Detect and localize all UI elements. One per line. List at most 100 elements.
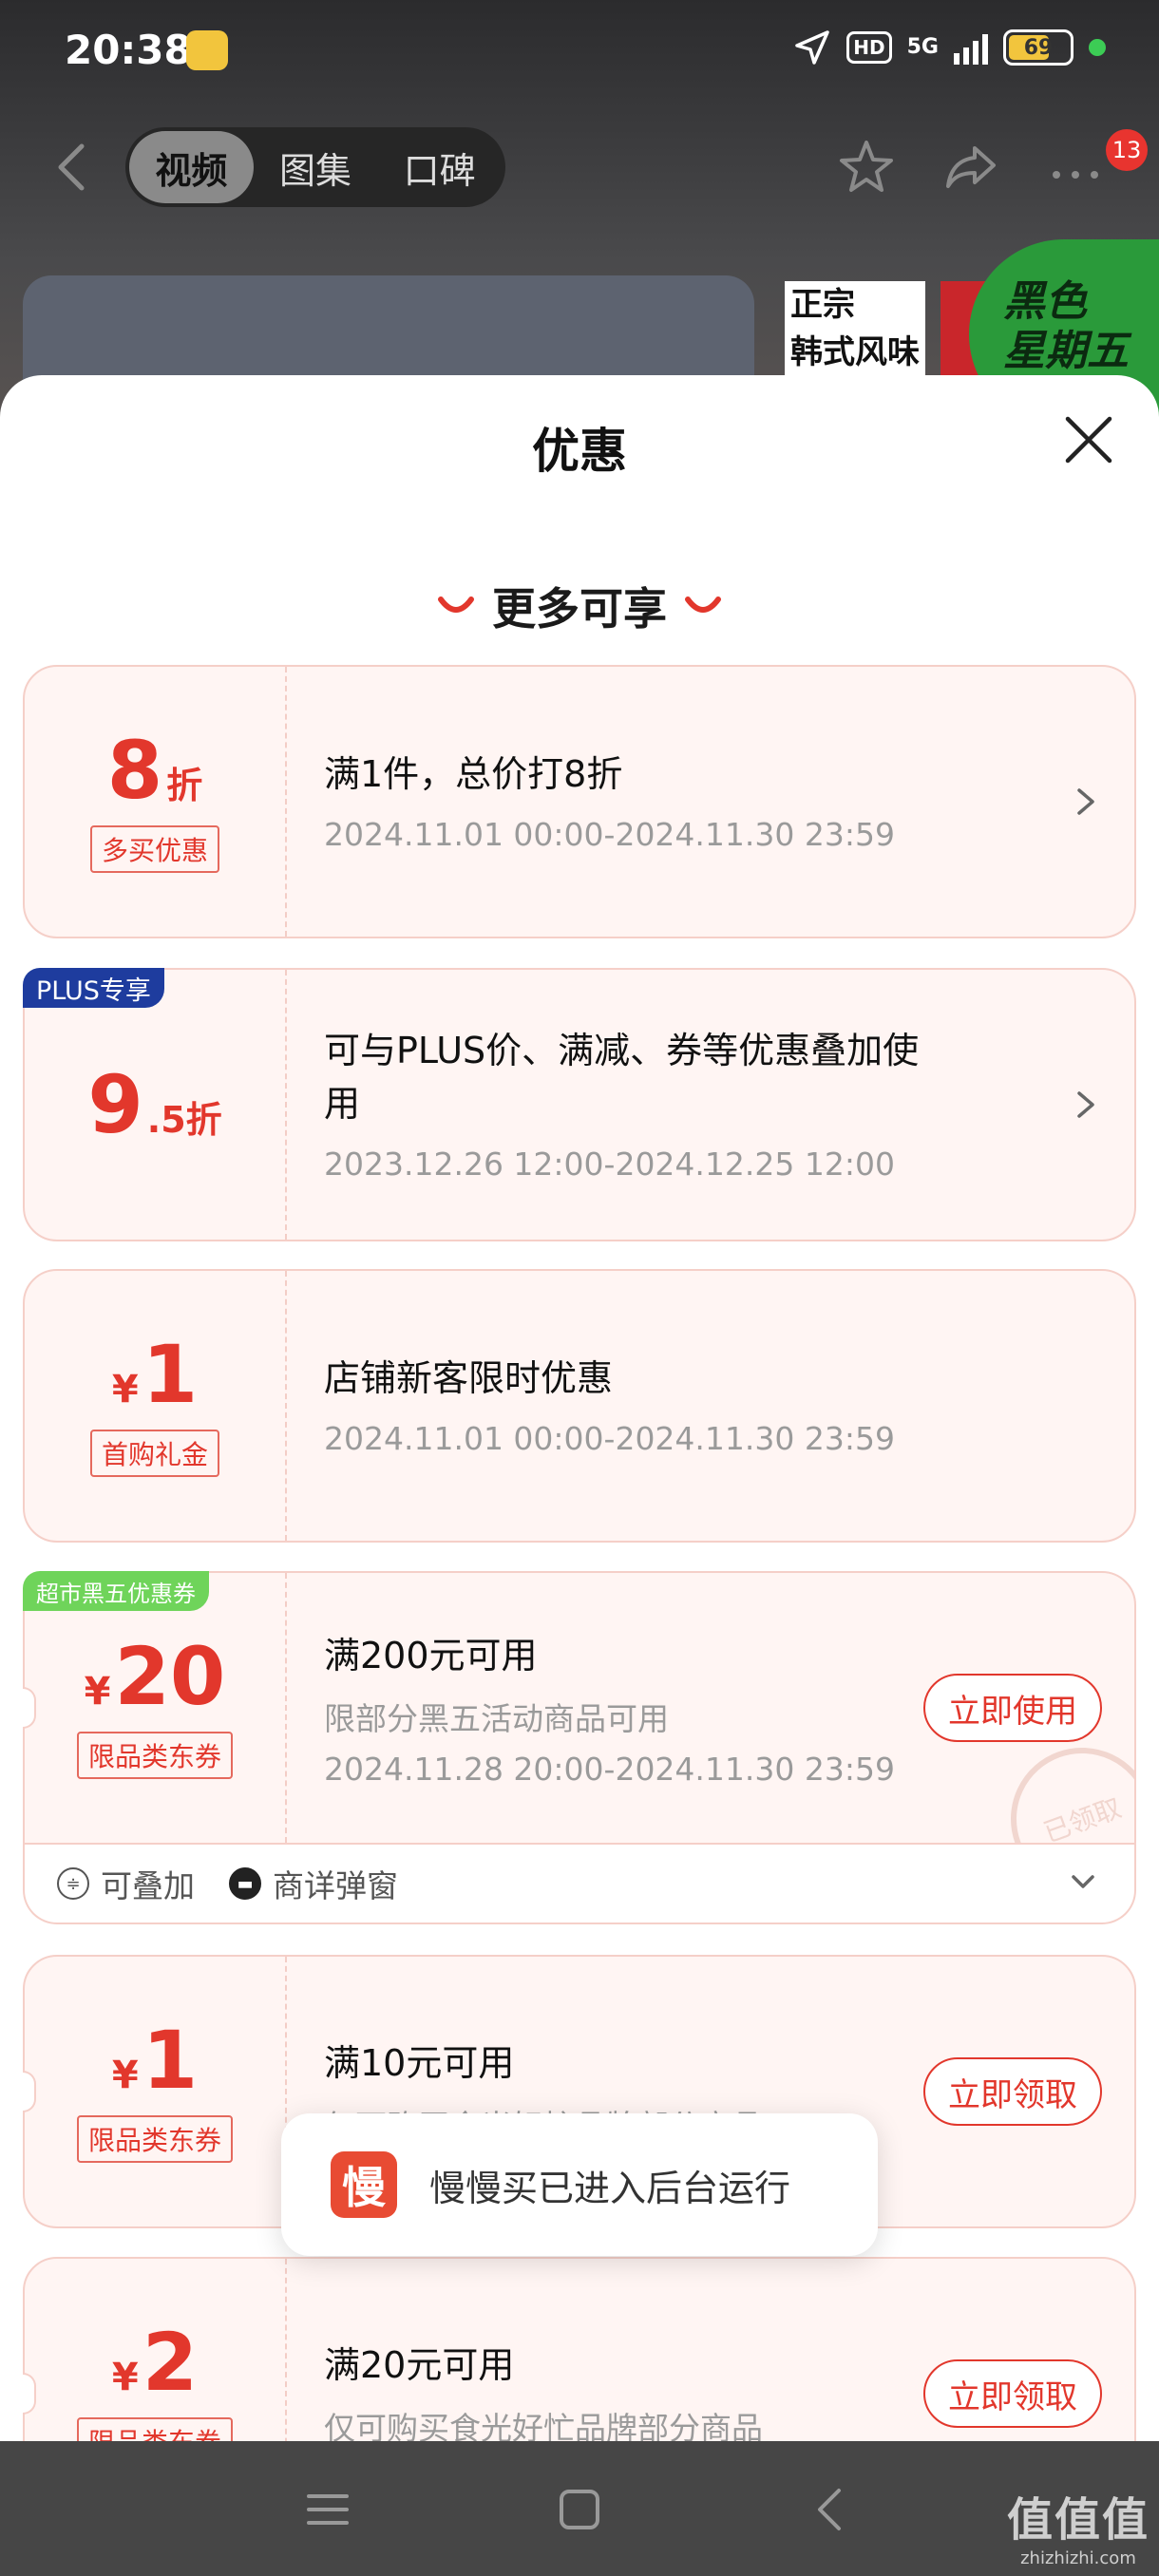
claim-now-button[interactable]: 立即领取 bbox=[923, 2057, 1102, 2126]
coupon-tag: 限品类东券 bbox=[76, 2115, 233, 2163]
coupon-amount: 2 bbox=[142, 2316, 199, 2409]
tab-gallery[interactable]: 图集 bbox=[254, 131, 378, 203]
battery-icon: 69 bbox=[1003, 29, 1074, 66]
battery-level: 69 bbox=[1023, 35, 1054, 60]
popup-icon: ▬ bbox=[229, 1867, 261, 1900]
status-time: 20:38 bbox=[65, 27, 192, 73]
coupon-tag: 限品类东券 bbox=[76, 2417, 233, 2441]
coupon-card[interactable]: ¥ 1 首购礼金 店铺新客限时优惠 2024.11.01 00:00-2024.… bbox=[23, 1269, 1136, 1543]
coupon-amount: 8 bbox=[106, 724, 163, 817]
coupon-amount: 1 bbox=[142, 1328, 199, 1421]
chevron-down-icon[interactable] bbox=[1068, 1871, 1098, 1894]
hd-icon: HD bbox=[846, 31, 892, 64]
currency-symbol: ¥ bbox=[111, 2356, 139, 2399]
signal-icon bbox=[954, 30, 988, 65]
chevron-right-icon[interactable] bbox=[1074, 1088, 1098, 1122]
ad-text: 正宗 韩式风味 bbox=[785, 281, 925, 376]
coupon-title: 满1件，总价打8折 bbox=[324, 753, 623, 795]
promo-line-2: 星期五 bbox=[1003, 327, 1129, 375]
coupon-period: 2024.11.28 20:00-2024.11.30 23:59 bbox=[324, 1750, 895, 1788]
more-icon[interactable] bbox=[1045, 137, 1106, 198]
coupon-value: ¥ 20 限品类东券 bbox=[25, 1573, 287, 1843]
coupon-amount-suffix: 折 bbox=[166, 765, 203, 806]
use-now-button[interactable]: 立即使用 bbox=[923, 1674, 1102, 1742]
coupon-title: 满200元可用 bbox=[324, 1634, 538, 1676]
coupon-value: ¥ 2 限品类东券 bbox=[25, 2259, 287, 2441]
privacy-dot-icon bbox=[1089, 39, 1106, 56]
tab-reviews[interactable]: 口碑 bbox=[377, 131, 502, 203]
top-nav: 视频 图集 口碑 13 bbox=[0, 123, 1159, 209]
coupon-title: 满10元可用 bbox=[324, 2042, 515, 2084]
claimed-stamp: 已领取 bbox=[1001, 1748, 1134, 1843]
coupon-period: 2024.11.01 00:00-2024.11.30 23:59 bbox=[324, 816, 895, 853]
status-icons: HD 5G 69 bbox=[793, 28, 1106, 66]
close-icon[interactable] bbox=[1062, 413, 1115, 466]
promo-line-1: 黑色 bbox=[1003, 277, 1087, 326]
section-header: 更多可享 bbox=[0, 575, 1159, 637]
coupon-footer: ≑ 可叠加 ▬ 商详弹窗 bbox=[23, 1845, 1136, 1924]
watermark-sub: zhizhizhi.com bbox=[1020, 2548, 1136, 2568]
coupon-card[interactable]: 8 折 多买优惠 满1件，总价打8折 2024.11.01 00:00-2024… bbox=[23, 665, 1136, 938]
back-nav-icon[interactable] bbox=[803, 2481, 860, 2538]
coupon-card[interactable]: ¥ 2 限品类东券 满20元可用 仅可购买食光好忙品牌部分商品 立即领取 bbox=[23, 2257, 1136, 2441]
background-toast: 慢 慢慢买已进入后台运行 bbox=[281, 2113, 878, 2256]
currency-symbol: ¥ bbox=[84, 1670, 111, 1714]
claim-now-button[interactable]: 立即领取 bbox=[923, 2359, 1102, 2428]
tab-video[interactable]: 视频 bbox=[129, 131, 254, 203]
stackable-label: 可叠加 bbox=[101, 1867, 195, 1904]
currency-symbol: ¥ bbox=[111, 1368, 139, 1411]
coupon-period: 2023.12.26 12:00-2024.12.25 12:00 bbox=[324, 1146, 895, 1183]
star-icon[interactable] bbox=[836, 137, 897, 198]
coupon-amount: 20 bbox=[114, 1630, 226, 1723]
popup-label: 商详弹窗 bbox=[273, 1867, 398, 1904]
coupon-tag: 首购礼金 bbox=[89, 1430, 219, 1477]
menu-icon[interactable] bbox=[299, 2481, 356, 2538]
more-badge: 13 bbox=[1106, 129, 1148, 171]
currency-symbol: ¥ bbox=[111, 2054, 139, 2097]
coupon-title: 可与PLUS价、满减、券等优惠叠加使用 bbox=[324, 1030, 920, 1125]
coupon-value: ¥ 1 首购礼金 bbox=[25, 1271, 287, 1541]
network-type: 5G bbox=[906, 35, 939, 59]
smile-left-icon bbox=[438, 597, 474, 613]
home-icon[interactable] bbox=[551, 2481, 608, 2538]
share-icon[interactable] bbox=[940, 137, 1001, 198]
status-bar: 20:38 HD 5G 69 bbox=[0, 0, 1159, 104]
ad-line-1: 正宗 bbox=[790, 286, 855, 324]
coupon-period: 2024.11.01 00:00-2024.11.30 23:59 bbox=[324, 1420, 895, 1457]
coupon-desc: 限部分黑五活动商品可用 bbox=[324, 1699, 669, 1737]
media-tabs: 视频 图集 口碑 bbox=[125, 127, 505, 207]
sheet-title: 优惠 bbox=[532, 424, 627, 479]
plus-exclusive-tag: PLUS专享 bbox=[23, 968, 164, 1008]
claimed-stamp-text: 已领取 bbox=[1001, 1748, 1134, 1843]
coupon-card[interactable]: 9 .5折 可与PLUS价、满减、券等优惠叠加使用 2023.12.26 12:… bbox=[23, 968, 1136, 1241]
black-friday-tag: 超市黑五优惠券 bbox=[23, 1571, 209, 1611]
location-icon bbox=[795, 30, 830, 65]
coupon-info: 店铺新客限时优惠 2024.11.01 00:00-2024.11.30 23:… bbox=[324, 1271, 944, 1541]
coupon-amount: 1 bbox=[142, 2014, 199, 2107]
coupon-info: 满20元可用 仅可购买食光好忙品牌部分商品 bbox=[324, 2259, 944, 2441]
watermark-main: 值值值 bbox=[1006, 2493, 1150, 2547]
app-logo-icon: 慢 bbox=[331, 2151, 397, 2218]
watermark: 值值值 zhizhizhi.com bbox=[1007, 2482, 1150, 2568]
smile-right-icon bbox=[685, 597, 721, 613]
section-title: 更多可享 bbox=[492, 583, 667, 635]
stack-icon: ≑ bbox=[57, 1867, 89, 1900]
coupon-tag: 多买优惠 bbox=[89, 825, 219, 873]
ad-line-2: 韩式风味 bbox=[790, 333, 920, 371]
notification-app-icon bbox=[186, 30, 228, 70]
back-icon[interactable] bbox=[49, 141, 97, 194]
coupon-title: 店铺新客限时优惠 bbox=[324, 1357, 614, 1399]
coupon-info: 可与PLUS价、满减、券等优惠叠加使用 2023.12.26 12:00-202… bbox=[324, 970, 944, 1240]
toast-text: 慢慢买已进入后台运行 bbox=[429, 2167, 791, 2209]
coupon-value: 9 .5折 bbox=[25, 970, 287, 1240]
chevron-right-icon[interactable] bbox=[1074, 785, 1098, 819]
system-nav-bar: 值值值 zhizhizhi.com bbox=[0, 2441, 1159, 2576]
coupon-info: 满200元可用 限部分黑五活动商品可用 2024.11.28 20:00-202… bbox=[324, 1573, 944, 1843]
coupon-card[interactable]: ¥ 20 限品类东券 满200元可用 限部分黑五活动商品可用 2024.11.2… bbox=[23, 1571, 1136, 1845]
coupon-amount: 9 bbox=[87, 1058, 143, 1151]
background-app: 20:38 HD 5G 69 视频 图集 口碑 13 正宗 韩式风味 黑色 星期… bbox=[0, 0, 1159, 465]
coupon-value: 8 折 多买优惠 bbox=[25, 667, 287, 937]
coupon-title: 满20元可用 bbox=[324, 2344, 515, 2386]
coupon-info: 满1件，总价打8折 2024.11.01 00:00-2024.11.30 23… bbox=[324, 667, 944, 937]
coupon-value: ¥ 1 限品类东券 bbox=[25, 1957, 287, 2226]
